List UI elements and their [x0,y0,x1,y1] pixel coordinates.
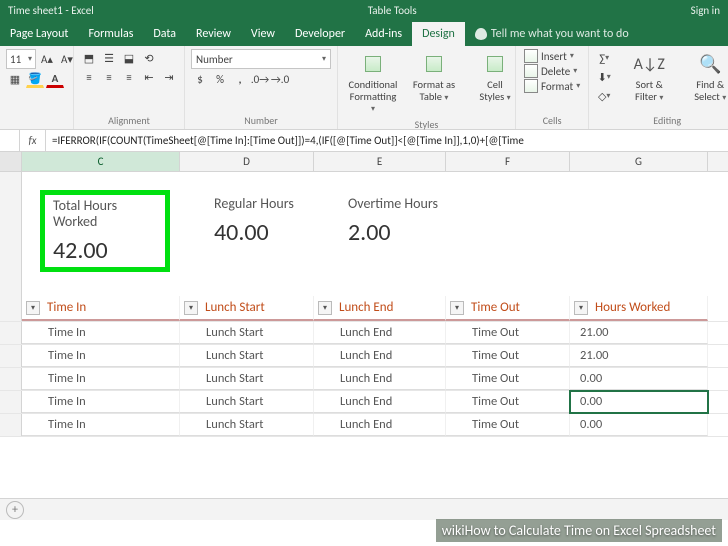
font-color-icon[interactable]: A [46,70,64,88]
sort-filter-button[interactable]: A↓Z Sort &Filter ▾ [620,49,678,104]
delete-icon [524,64,538,78]
title-doc: Time sheet1 - Excel [8,4,94,17]
increase-font-icon[interactable]: A▴ [38,50,56,68]
increase-indent-icon[interactable]: ⇥ [160,68,178,86]
table-row[interactable]: Time In Lunch Start Lunch End Time Out 0… [0,368,728,391]
filter-icon[interactable]: ▾ [450,301,464,315]
total-hours-highlight: Total Hours Worked 42.00 [40,190,170,272]
autosum-icon[interactable]: ∑ ▾ [595,49,613,67]
insert-cells-button[interactable]: Insert ▾ [522,49,576,63]
new-sheet-button[interactable]: + [6,501,24,519]
tab-formulas[interactable]: Formulas [78,22,143,46]
filter-icon[interactable]: ▾ [574,301,588,315]
select-all-corner[interactable] [0,152,22,171]
col-filter-time-in[interactable]: ▾Time In [22,296,180,321]
tab-review[interactable]: Review [186,22,241,46]
tab-data[interactable]: Data [143,22,186,46]
fill-icon[interactable]: ⬇ ▾ [595,68,613,86]
find-select-button[interactable]: 🔍 Find &Select ▾ [681,49,728,104]
total-hours-value[interactable]: 42.00 [53,236,157,265]
lightbulb-icon [475,28,487,40]
col-filter-lunch-start[interactable]: ▾Lunch Start [180,296,314,321]
percent-icon[interactable]: % [211,70,229,88]
col-filter-lunch-end[interactable]: ▾Lunch End [314,296,446,321]
align-top-icon[interactable]: ⬒ [80,49,98,67]
formula-input[interactable]: =IFERROR(IF(COUNT(TimeSheet[@[Time In]:[… [46,134,728,147]
find-icon: 🔍 [699,53,721,75]
styles-group-label: Styles [344,116,509,131]
col-header-F[interactable]: F [446,152,570,171]
align-center-icon[interactable]: ≡ [100,68,118,86]
decrease-indent-icon[interactable]: ⇤ [140,68,158,86]
col-header-E[interactable]: E [314,152,446,171]
col-header-C[interactable]: C [22,152,180,171]
tab-developer[interactable]: Developer [285,22,355,46]
number-group-label: Number [191,112,331,127]
decrease-decimal-icon[interactable]: →.0 [271,70,289,88]
table-row[interactable]: Time In Lunch Start Lunch End Time Out 0… [0,391,728,414]
format-as-table-button[interactable]: Format asTable ▾ [405,49,463,104]
comma-icon[interactable]: , [231,70,249,88]
align-right-icon[interactable]: ≡ [120,68,138,86]
signin-button[interactable]: Sign in [691,4,720,17]
overtime-hours-label: Overtime Hours [348,196,480,212]
conditional-formatting-icon [365,56,381,72]
tab-view[interactable]: View [241,22,285,46]
active-cell: 0.00 [570,391,708,413]
cells-group-label: Cells [522,112,582,127]
delete-cells-button[interactable]: Delete ▾ [522,64,579,78]
align-left-icon[interactable]: ≡ [80,68,98,86]
conditional-formatting-button[interactable]: ConditionalFormatting ▾ [344,49,402,116]
tell-me-search[interactable]: Tell me what you want to do [465,22,639,46]
overtime-hours-value[interactable]: 2.00 [348,218,480,247]
clear-icon[interactable]: ◇ ▾ [595,87,613,105]
align-middle-icon[interactable]: ☰ [100,49,118,67]
table-row[interactable]: Time In Lunch Start Lunch End Time Out 0… [0,414,728,437]
col-header-G[interactable]: G [570,152,708,171]
font-group-label [6,112,67,127]
watermark: wikiHow to Calculate Time on Excel Sprea… [436,519,722,542]
col-filter-hours-worked[interactable]: ▾Hours Worked [570,296,708,321]
regular-hours-label: Regular Hours [214,196,348,212]
regular-hours-value[interactable]: 40.00 [214,218,348,247]
alignment-group-label: Alignment [80,112,178,127]
table-tools-context: Table Tools [368,4,417,17]
borders-icon[interactable]: ▦ [6,70,24,88]
tab-page-layout[interactable]: Page Layout [0,22,78,46]
format-icon [524,79,538,93]
total-hours-label: Total Hours Worked [53,198,157,230]
editing-group-label: Editing [595,112,728,127]
currency-icon[interactable]: $ [191,70,209,88]
cell-styles-icon [487,56,503,72]
font-size-input[interactable]: 11▾ [6,49,36,69]
fx-button[interactable]: fx [20,130,46,151]
filter-icon[interactable]: ▾ [318,301,332,315]
orientation-icon[interactable]: ⟲ [140,49,158,67]
tab-design[interactable]: Design [412,22,465,46]
tab-addins[interactable]: Add-ins [355,22,412,46]
increase-decimal-icon[interactable]: .0→ [251,70,269,88]
number-format-select[interactable]: Number▾ [191,49,331,69]
table-row[interactable]: Time In Lunch Start Lunch End Time Out 2… [0,322,728,345]
sort-filter-icon: A↓Z [634,55,665,74]
filter-icon[interactable]: ▾ [184,301,198,315]
col-filter-time-out[interactable]: ▾Time Out [446,296,570,321]
format-as-table-icon [426,56,442,72]
fill-color-icon[interactable]: 🪣 [26,70,44,88]
filter-icon[interactable]: ▾ [26,301,40,315]
col-header-D[interactable]: D [180,152,314,171]
insert-icon [524,49,538,63]
format-cells-button[interactable]: Format ▾ [522,79,582,93]
table-row[interactable]: Time In Lunch Start Lunch End Time Out 2… [0,345,728,368]
align-bottom-icon[interactable]: ⬓ [120,49,138,67]
